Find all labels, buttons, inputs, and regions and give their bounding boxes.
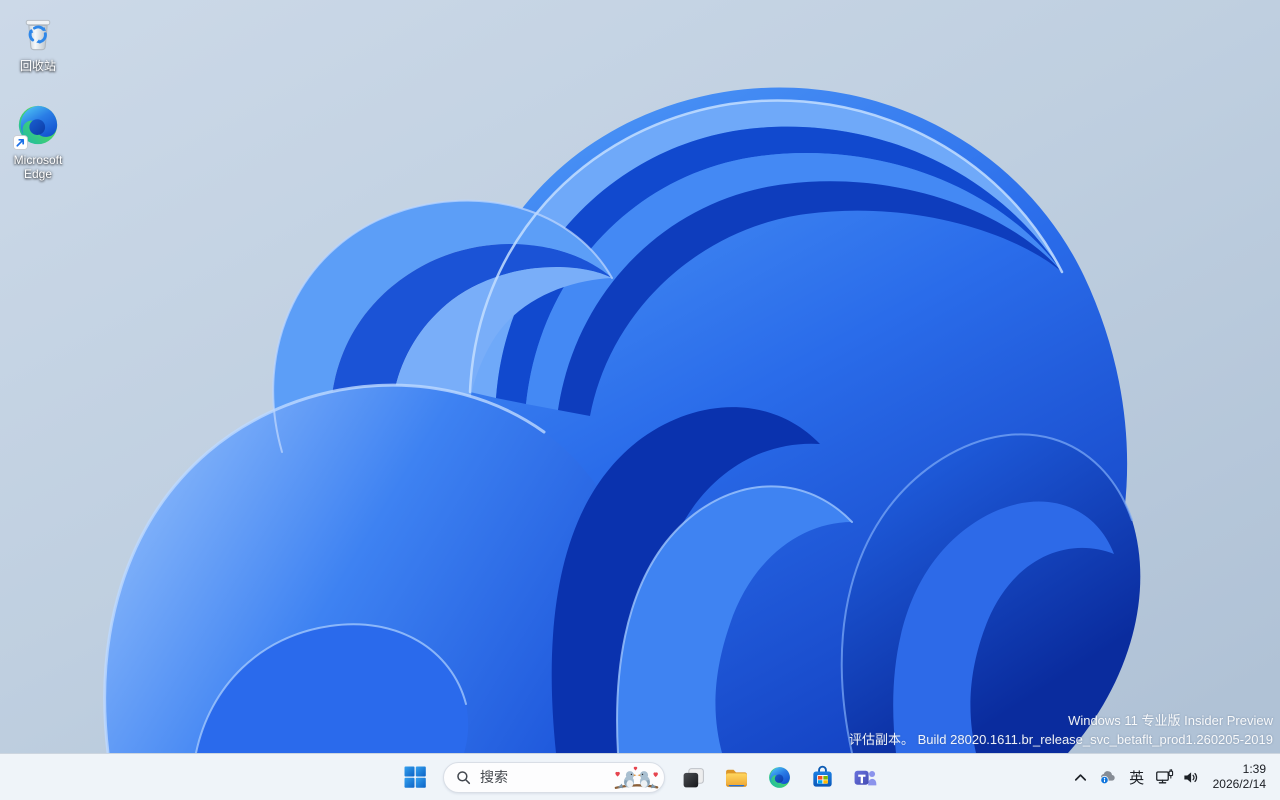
onedrive-cloud-icon [1100,770,1115,784]
file-explorer-icon [725,769,747,787]
search-highlight-button[interactable] [613,763,660,792]
hidden-icons-button[interactable] [1068,759,1093,795]
clock-time: 1:39 [1242,762,1266,776]
clock-date: 2026/2/14 [1212,777,1266,791]
wallpaper-bloom-illustration [0,0,1280,753]
watermark-line-1: Windows 11 专业版 Insider Preview [1068,713,1273,728]
taskbar: 搜索 英 1:39 2026/2/14 [0,753,1280,800]
windows-logo-icon [404,766,426,788]
chevron-up-icon [1074,773,1086,781]
microsoft-edge-icon [13,102,61,150]
ethernet-network-icon [1155,768,1173,783]
insider-preview-watermark: Windows 11 专业版 Insider Preview 评估副本。 Bui… [849,711,1273,749]
microsoft-edge-label: Microsoft Edge [13,153,63,181]
watermark-line-2: 评估副本。 Build 28020.1611.br_release_svc_be… [849,732,1273,747]
ime-label: 英 [1129,769,1145,787]
recycle-bin-icon [15,8,61,54]
microsoft-store-icon [812,765,832,787]
search-box[interactable]: 搜索 [443,761,665,793]
speaker-icon [1183,771,1197,783]
volume-button[interactable] [1178,759,1205,795]
search-placeholder: 搜索 [480,769,508,785]
desktop-icon-recycle-bin[interactable]: 回收站 [0,8,76,73]
taskbar-center-cluster: 搜索 [395,754,885,800]
ime-language-button[interactable]: 英 [1123,759,1151,795]
microsoft-edge-button[interactable] [759,757,799,797]
magnifier-icon [457,770,471,784]
task-view-icon [683,767,704,787]
system-tray: 英 1:39 2026/2/14 [1068,754,1280,800]
shortcut-arrow-icon [13,135,28,150]
microsoft-edge-icon [767,765,792,790]
start-button[interactable] [395,757,435,797]
desktop-background[interactable] [0,0,1280,753]
task-view-button[interactable] [673,757,713,797]
valentine-lovebirds-icon [614,766,659,789]
recycle-bin-label: 回收站 [19,59,56,73]
onedrive-button[interactable] [1093,759,1123,795]
clock[interactable]: 1:39 2026/2/14 [1210,757,1269,797]
microsoft-teams-button[interactable] [845,757,885,797]
network-button[interactable] [1151,759,1178,795]
desktop-icon-microsoft-edge[interactable]: Microsoft Edge [0,102,76,181]
microsoft-teams-icon [854,770,876,785]
file-explorer-button[interactable] [716,757,756,797]
microsoft-store-button[interactable] [802,757,842,797]
